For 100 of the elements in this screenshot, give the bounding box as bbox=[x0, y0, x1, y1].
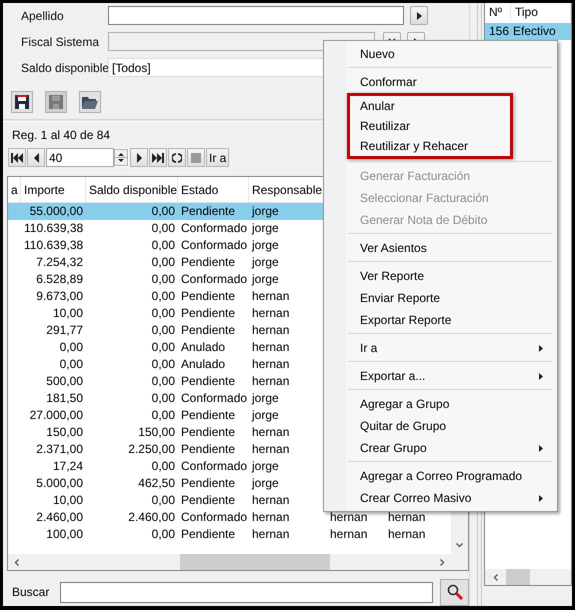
refresh-button[interactable] bbox=[168, 148, 186, 167]
menu-item[interactable]: Ver Reporte bbox=[326, 265, 555, 287]
table-row[interactable]: 2.460,00 2.460,00 Conformado hernan hernan hernan bbox=[8, 509, 451, 526]
spinner-icon bbox=[114, 149, 128, 166]
table-cell-text: hernan bbox=[251, 424, 290, 441]
table-cell-text: hernan bbox=[251, 305, 290, 322]
table-cell-text: Pendiente bbox=[180, 526, 236, 543]
table-cell-text: 0,00 bbox=[150, 288, 176, 305]
table-row[interactable]: 156 Efectivo bbox=[485, 23, 571, 40]
table-cell-text: 0,00 bbox=[150, 203, 176, 220]
table-cell-text: 0,00 bbox=[150, 356, 176, 373]
menu-item[interactable]: Ver Asientos bbox=[326, 237, 555, 259]
table-cell-text: hernan bbox=[251, 356, 290, 373]
menu-item[interactable]: Crear Grupo bbox=[326, 437, 555, 459]
table-row[interactable]: 100,00 0,00 Pendiente hernan hernan hernan bbox=[8, 526, 451, 543]
stop-icon bbox=[191, 152, 201, 162]
table-cell-text: 0,00 bbox=[150, 526, 176, 543]
previous-icon bbox=[32, 152, 40, 162]
menu-item[interactable]: Reutilizar y Rehacer bbox=[350, 136, 510, 156]
table-cell-text: Pendiente bbox=[180, 305, 236, 322]
table-cell-text: Pendiente bbox=[180, 492, 236, 509]
menu-item[interactable]: Enviar Reporte bbox=[326, 287, 555, 309]
menu-item[interactable]: Exportar a... bbox=[326, 365, 555, 387]
horizontal-scrollbar[interactable] bbox=[8, 554, 451, 570]
table-cell-text: 0,00 bbox=[150, 271, 176, 288]
table-cell-text: 0,00 bbox=[150, 390, 176, 407]
go-button[interactable] bbox=[410, 6, 428, 25]
table-cell-text: hernan bbox=[251, 526, 290, 543]
field-label: Apellido bbox=[21, 8, 65, 22]
table-cell-text: hernan bbox=[251, 509, 290, 526]
last-button[interactable] bbox=[149, 148, 167, 167]
page-field[interactable]: 40 bbox=[46, 148, 114, 167]
table-cell-text: Conformado bbox=[180, 220, 248, 237]
save-icon bbox=[15, 95, 29, 109]
table-cell-text: jorge bbox=[250, 407, 280, 424]
column-header[interactable]: Nº bbox=[485, 3, 511, 21]
table-cell-text: 27.000,00 bbox=[28, 407, 84, 424]
table-cell-text: 0,00 bbox=[150, 373, 176, 390]
table-cell-text: hernan bbox=[251, 339, 290, 356]
table-cell-text: Efectivo bbox=[512, 23, 557, 40]
table-cell-text: 5.000,00 bbox=[35, 475, 84, 492]
go-to-button[interactable]: Ir a bbox=[206, 148, 230, 167]
scroll-left-icon bbox=[14, 558, 19, 566]
table-cell-text: 7.254,32 bbox=[35, 254, 84, 271]
input-field[interactable] bbox=[108, 6, 404, 25]
column-header[interactable]: Tipo bbox=[511, 3, 571, 21]
table-cell-text: 0,00 bbox=[150, 458, 176, 475]
table-cell-text: jorge bbox=[250, 390, 280, 407]
table-cell-text: 0,00 bbox=[58, 339, 84, 356]
table-cell-text: Pendiente bbox=[180, 322, 236, 339]
table-cell-text: 150,00 bbox=[137, 424, 176, 441]
menu-item[interactable]: Reutilizar bbox=[350, 116, 510, 136]
save-button[interactable] bbox=[11, 91, 33, 113]
table-cell-text: hernan bbox=[251, 373, 290, 390]
prev-button[interactable] bbox=[27, 148, 45, 167]
menu-item[interactable]: Agregar a Grupo bbox=[326, 393, 555, 415]
table-cell-text: 0,00 bbox=[150, 407, 176, 424]
table-cell-text: 0,00 bbox=[150, 237, 176, 254]
table-cell-text: 2.460,00 bbox=[35, 509, 84, 526]
search-button[interactable] bbox=[440, 578, 469, 606]
table-cell-text: hernan bbox=[251, 288, 290, 305]
table-cell-text: 9.673,00 bbox=[35, 288, 84, 305]
table-cell-text: Pendiente bbox=[180, 254, 236, 271]
table-cell-text: 291,77 bbox=[45, 322, 84, 339]
menu-item[interactable]: Agregar a Correo Programado bbox=[326, 465, 555, 487]
table-cell-text: jorge bbox=[250, 203, 280, 220]
table-cell-text: Pendiente bbox=[180, 441, 236, 458]
next-button[interactable] bbox=[130, 148, 148, 167]
menu-item[interactable]: Anular bbox=[350, 96, 510, 116]
table-cell-text: 500,00 bbox=[45, 373, 84, 390]
table-cell-text: Conformado bbox=[180, 390, 248, 407]
refresh-icon bbox=[172, 152, 182, 162]
table-cell-text: 181,50 bbox=[45, 390, 84, 407]
table-cell-text: 0,00 bbox=[150, 305, 176, 322]
table-cell-text: 100,00 bbox=[45, 526, 84, 543]
table-cell-text: 462,50 bbox=[137, 475, 176, 492]
first-button[interactable] bbox=[8, 148, 26, 167]
submenu-arrow-icon bbox=[539, 372, 543, 380]
menu-item[interactable]: Ir a bbox=[326, 337, 555, 359]
table-cell-text: 110.639,38 bbox=[23, 237, 84, 254]
table-cell-text: Pendiente bbox=[180, 373, 236, 390]
table-cell-text: 2.371,00 bbox=[35, 441, 84, 458]
scroll-right-icon bbox=[440, 558, 445, 566]
next-icon bbox=[136, 152, 142, 162]
first-page-icon bbox=[11, 152, 23, 162]
scroll-left-icon bbox=[493, 574, 498, 580]
folder-icon bbox=[82, 96, 98, 108]
open-button[interactable] bbox=[79, 91, 101, 113]
table-cell-text: Pendiente bbox=[180, 288, 236, 305]
save-icon bbox=[49, 95, 63, 109]
menu-item[interactable]: Quitar de Grupo bbox=[326, 415, 555, 437]
table-cell-text: 110.639,38 bbox=[23, 220, 84, 237]
table-cell-text: 6.528,89 bbox=[35, 271, 84, 288]
horizontal-scrollbar[interactable] bbox=[485, 569, 571, 585]
table-cell-text: hernan bbox=[387, 526, 426, 543]
table-cell-text: 55.000,00 bbox=[28, 203, 84, 220]
search-field[interactable] bbox=[60, 582, 433, 602]
menu-item[interactable]: Crear Correo Masivo bbox=[326, 487, 555, 509]
table-cell-text: Conformado bbox=[180, 458, 248, 475]
menu-item[interactable]: Exportar Reporte bbox=[326, 309, 555, 331]
